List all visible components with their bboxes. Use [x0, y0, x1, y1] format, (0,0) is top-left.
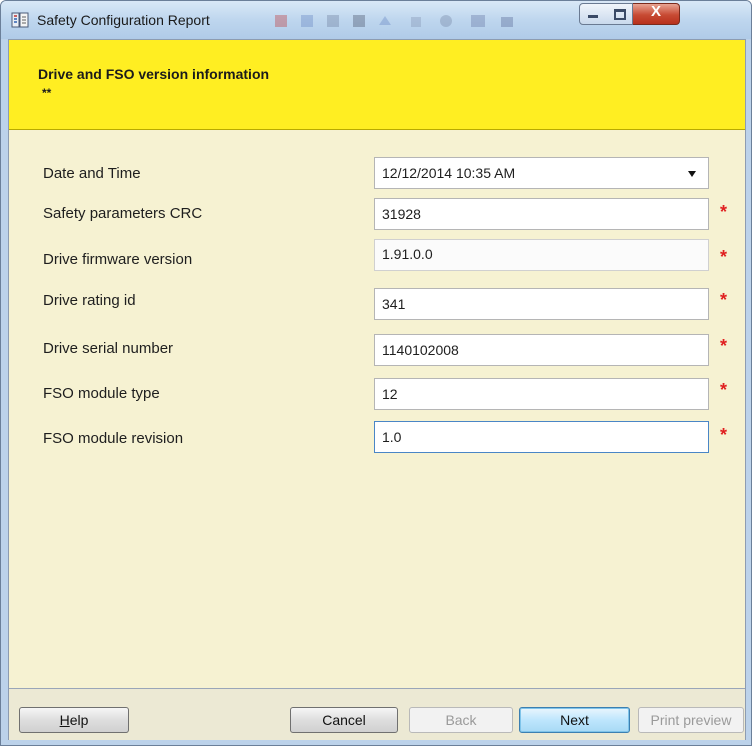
firmware-version-field[interactable]: 1.91.0.0	[374, 239, 709, 271]
label-firmware-version: Drive firmware version	[43, 251, 193, 268]
required-marker: *	[720, 336, 728, 356]
window-title: Safety Configuration Report	[37, 12, 210, 28]
fso-module-type-field[interactable]: 12	[374, 378, 709, 410]
help-label: elp	[69, 712, 89, 728]
wizard-content: Drive and FSO version information ** Dat…	[8, 39, 746, 740]
print-preview-button[interactable]: Print preview	[638, 707, 744, 733]
maximize-icon	[614, 9, 626, 20]
chevron-down-icon[interactable]	[688, 171, 696, 177]
background-toolbar-icons	[275, 15, 513, 27]
label-safety-crc: Safety parameters CRC	[43, 205, 203, 222]
close-button[interactable]: X	[633, 3, 680, 25]
label-rating-id: Drive rating id	[43, 292, 136, 309]
minimize-button[interactable]	[579, 3, 607, 25]
safety-crc-field[interactable]: 31928	[374, 198, 709, 230]
back-button[interactable]: Back	[409, 707, 513, 733]
label-fso-module-type: FSO module type	[43, 385, 160, 402]
app-report-icon	[11, 12, 29, 28]
page-title: Drive and FSO version information	[38, 66, 270, 82]
cancel-button[interactable]: Cancel	[290, 707, 398, 733]
fso-module-revision-field[interactable]: 1.0	[374, 421, 709, 453]
required-marker: *	[720, 290, 728, 310]
close-icon: X	[650, 3, 661, 20]
required-marker: *	[720, 202, 728, 222]
report-window: Safety Configuration Report X Drive and …	[0, 0, 752, 746]
date-time-dropdown[interactable]: 12/12/2014 10:35 AM	[374, 157, 709, 189]
required-marker: *	[720, 247, 728, 267]
title-bar[interactable]: Safety Configuration Report X	[1, 1, 751, 39]
label-fso-module-revision: FSO module revision	[43, 430, 184, 447]
next-button[interactable]: Next	[519, 707, 630, 733]
label-date-time: Date and Time	[43, 165, 141, 182]
required-marker: *	[720, 425, 728, 445]
rating-id-field[interactable]: 341	[374, 288, 709, 320]
page-subtitle: **	[42, 86, 52, 100]
required-marker: *	[720, 380, 728, 400]
label-serial-number: Drive serial number	[43, 340, 174, 357]
help-button[interactable]: Help	[19, 707, 129, 733]
maximize-button[interactable]	[606, 3, 633, 25]
button-bar: Help Cancel Back Next Print preview	[9, 688, 745, 740]
minimize-icon	[588, 15, 598, 18]
serial-number-field[interactable]: 1140102008	[374, 334, 709, 366]
page-header: Drive and FSO version information **	[9, 40, 745, 130]
date-time-value: 12/12/2014 10:35 AM	[382, 165, 516, 181]
help-accelerator: H	[59, 712, 70, 728]
